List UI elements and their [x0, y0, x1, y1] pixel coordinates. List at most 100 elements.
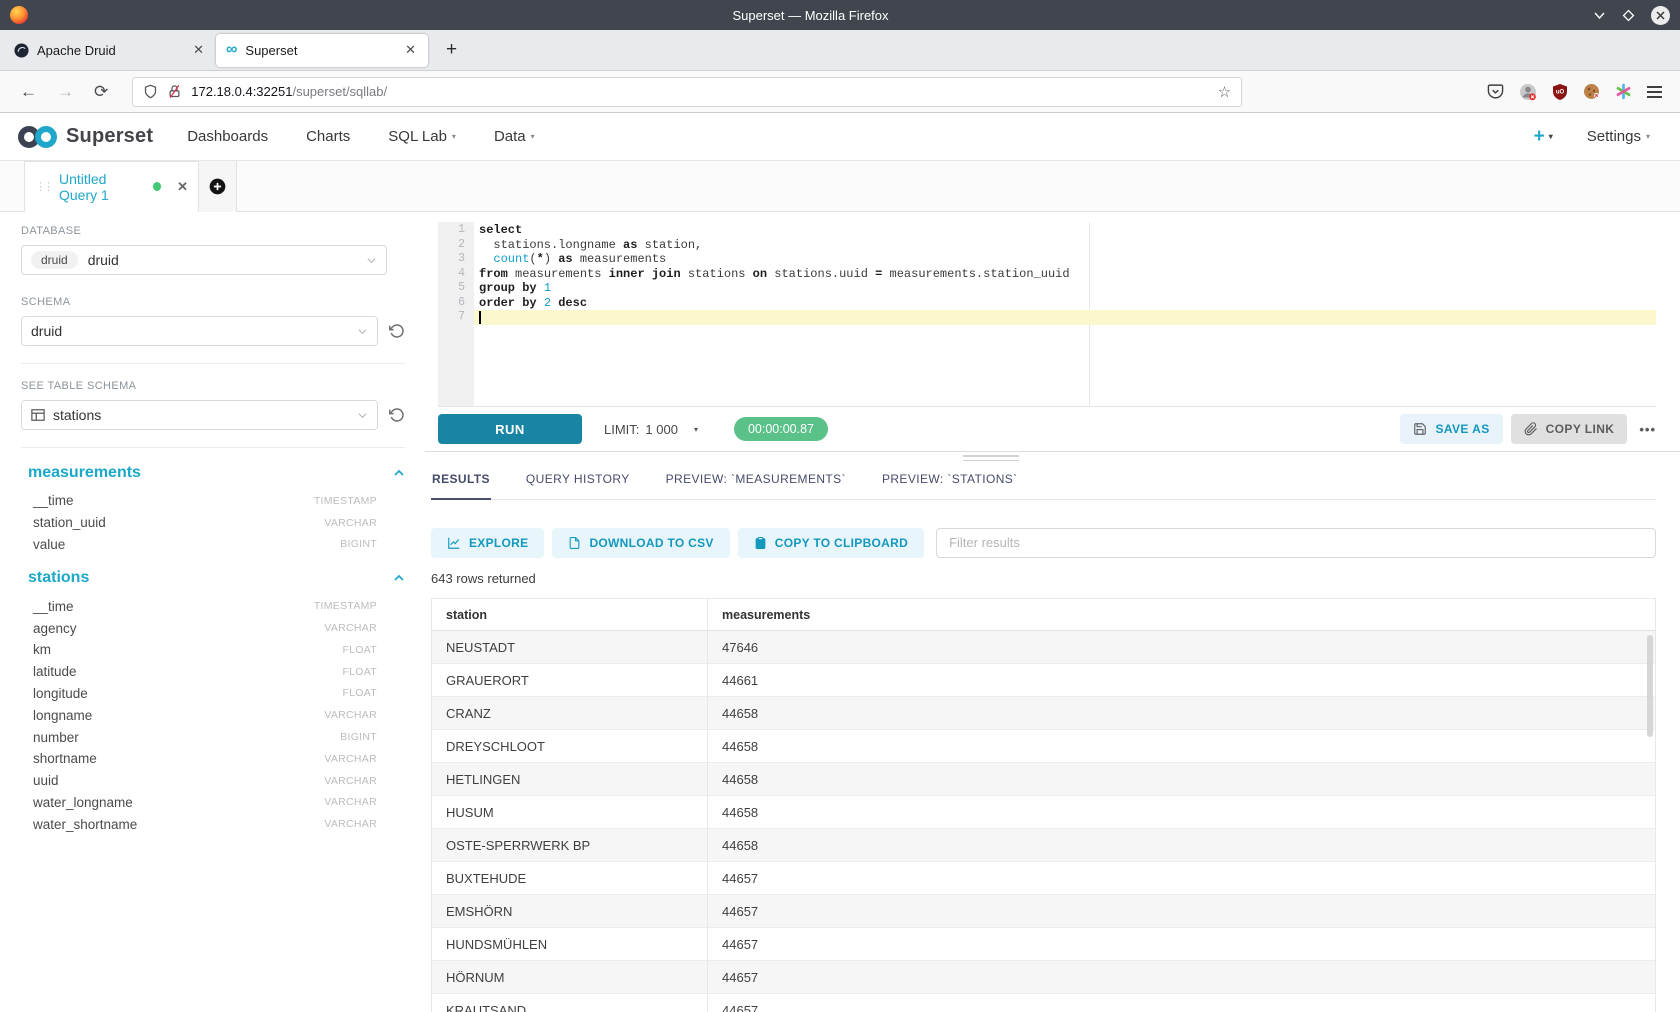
copy-clipboard-button[interactable]: COPY TO CLIPBOARD: [738, 528, 924, 558]
nav-item-sql-lab[interactable]: SQL Lab▾: [388, 128, 456, 145]
column-header-station[interactable]: station: [432, 599, 708, 630]
run-button[interactable]: RUN: [438, 414, 582, 444]
code-line[interactable]: select: [474, 223, 1656, 238]
cell-measurements: 44661: [708, 664, 1655, 696]
schema-column-row: __timeTIMESTAMP: [21, 595, 377, 617]
schema-select[interactable]: druid: [21, 316, 378, 346]
url-bar[interactable]: 172.18.0.4:32251/superset/sqllab/ ☆: [132, 77, 1242, 107]
browser-tab-apache-druid[interactable]: Apache Druid ✕: [4, 34, 216, 67]
apache-druid-favicon: [14, 43, 29, 58]
drag-handle-icon[interactable]: ⋮⋮: [35, 180, 51, 193]
text-cursor: [479, 311, 481, 324]
cell-station: BUXTEHUDE: [432, 862, 708, 894]
pane-resize-divider[interactable]: [425, 451, 1680, 452]
table-row: KRAUTSAND44657: [432, 994, 1655, 1012]
nav-item-data[interactable]: Data▾: [494, 128, 535, 145]
window-minimize-button[interactable]: [1593, 9, 1606, 22]
chevron-down-icon: [357, 410, 368, 421]
refresh-schema-icon[interactable]: [389, 323, 405, 339]
schema-table-title[interactable]: measurements: [21, 464, 405, 482]
sql-editor[interactable]: 1234567 select stations.longname as stat…: [438, 222, 1656, 406]
code-line[interactable]: group by 1: [474, 281, 1656, 296]
table-row: DREYSCHLOOT44658: [432, 730, 1655, 763]
code-line[interactable]: count(*) as measurements: [474, 252, 1656, 267]
cell-measurements: 44658: [708, 829, 1655, 861]
filter-results-input[interactable]: [936, 528, 1656, 558]
table-select[interactable]: stations: [21, 400, 378, 430]
sqllab-main-pane: 1234567 select stations.longname as stat…: [425, 213, 1680, 1012]
schema-column-row: numberBIGINT: [21, 726, 377, 748]
reload-button[interactable]: ⟳: [84, 82, 118, 102]
tab-results[interactable]: RESULTS: [431, 465, 491, 500]
table-schema-label: SEE TABLE SCHEMA: [21, 380, 405, 392]
cookie-extension-icon[interactable]: [1583, 83, 1600, 100]
new-tab-button[interactable]: +: [440, 39, 463, 61]
save-as-button[interactable]: SAVE AS: [1400, 414, 1502, 444]
window-close-button[interactable]: [1651, 6, 1670, 25]
account-extension-icon[interactable]: [1519, 83, 1537, 101]
explore-button[interactable]: EXPLORE: [431, 528, 544, 558]
bookmark-star-icon[interactable]: ☆: [1218, 83, 1231, 101]
schema-column-row: latitudeFLOAT: [21, 661, 377, 683]
tab-preview-stations[interactable]: PREVIEW: `STATIONS`: [881, 465, 1019, 500]
superset-logo[interactable]: Superset: [16, 124, 153, 150]
code-line[interactable]: [474, 310, 1656, 325]
schema-column-row: valueBIGINT: [21, 534, 377, 556]
column-header-measurements[interactable]: measurements: [708, 599, 1655, 630]
chevron-down-icon: [357, 326, 368, 337]
results-scrollbar[interactable]: [1647, 635, 1653, 737]
cell-measurements: 44658: [708, 697, 1655, 729]
results-table-header: station measurements: [432, 599, 1655, 631]
database-select[interactable]: druid druid: [21, 245, 387, 275]
svg-text:uO: uO: [1556, 89, 1565, 95]
query-status-dot: [153, 182, 161, 191]
copy-link-button[interactable]: COPY LINK: [1511, 414, 1628, 444]
schema-table-title[interactable]: stations: [21, 569, 405, 587]
code-line[interactable]: stations.longname as station,: [474, 238, 1656, 253]
tab-query-history[interactable]: QUERY HISTORY: [525, 465, 631, 500]
collapse-chevron-icon[interactable]: [393, 467, 405, 479]
table-row: NEUSTADT47646: [432, 631, 1655, 664]
schema-label: SCHEMA: [21, 296, 405, 308]
forward-button[interactable]: →: [47, 82, 84, 102]
results-tab-bar: RESULTS QUERY HISTORY PREVIEW: `MEASUREM…: [431, 465, 1656, 500]
more-options-icon[interactable]: •••: [1639, 422, 1656, 437]
code-line[interactable]: from measurements inner join stations on…: [474, 267, 1656, 282]
code-line[interactable]: order by 2 desc: [474, 296, 1656, 311]
add-new-button[interactable]: +▾: [1534, 126, 1553, 148]
menu-hamburger-icon[interactable]: [1647, 83, 1662, 101]
chevron-down-icon: ▾: [452, 132, 456, 141]
drag-handle-icon[interactable]: [963, 455, 1019, 464]
limit-dropdown[interactable]: LIMIT: 1 000 ▾: [604, 422, 698, 437]
ublock-origin-icon[interactable]: uO: [1552, 84, 1568, 100]
database-tag: druid: [31, 251, 78, 269]
window-maximize-button[interactable]: [1622, 9, 1635, 22]
browser-tab-superset[interactable]: ∞ Superset ✕: [216, 34, 428, 67]
cell-station: GRAUERORT: [432, 664, 708, 696]
collapse-chevron-icon[interactable]: [393, 572, 405, 584]
chevron-down-icon: ▾: [1549, 132, 1553, 141]
back-button[interactable]: ←: [10, 82, 47, 102]
table-icon: [31, 408, 45, 422]
settings-menu[interactable]: Settings▾: [1587, 128, 1650, 145]
insecure-lock-icon[interactable]: [167, 84, 182, 99]
tab-close-icon[interactable]: ✕: [403, 42, 418, 58]
cell-measurements: 44658: [708, 796, 1655, 828]
results-actions: EXPLORE DOWNLOAD TO CSV COPY TO CLIPBOAR…: [431, 527, 1656, 558]
download-csv-button[interactable]: DOWNLOAD TO CSV: [552, 528, 729, 558]
editor-code-area[interactable]: select stations.longname as station, cou…: [474, 222, 1656, 406]
asterisk-extension-icon[interactable]: [1615, 83, 1632, 100]
nav-item-dashboards[interactable]: Dashboards: [187, 128, 268, 145]
pocket-icon[interactable]: [1487, 83, 1504, 100]
query-tab-close-icon[interactable]: ✕: [177, 179, 188, 195]
refresh-tables-icon[interactable]: [389, 407, 405, 423]
tracking-shield-icon[interactable]: [143, 84, 158, 99]
tab-close-icon[interactable]: ✕: [191, 42, 206, 58]
chevron-down-icon: ▾: [694, 425, 698, 434]
chevron-down-icon: ▾: [531, 132, 535, 141]
chevron-down-icon: [366, 255, 377, 266]
new-query-tab-button[interactable]: [199, 161, 237, 212]
nav-item-charts[interactable]: Charts: [306, 128, 350, 145]
tab-preview-measurements[interactable]: PREVIEW: `MEASUREMENTS`: [665, 465, 847, 500]
query-tab-untitled-1[interactable]: ⋮⋮ Untitled Query 1 ✕: [24, 161, 199, 212]
